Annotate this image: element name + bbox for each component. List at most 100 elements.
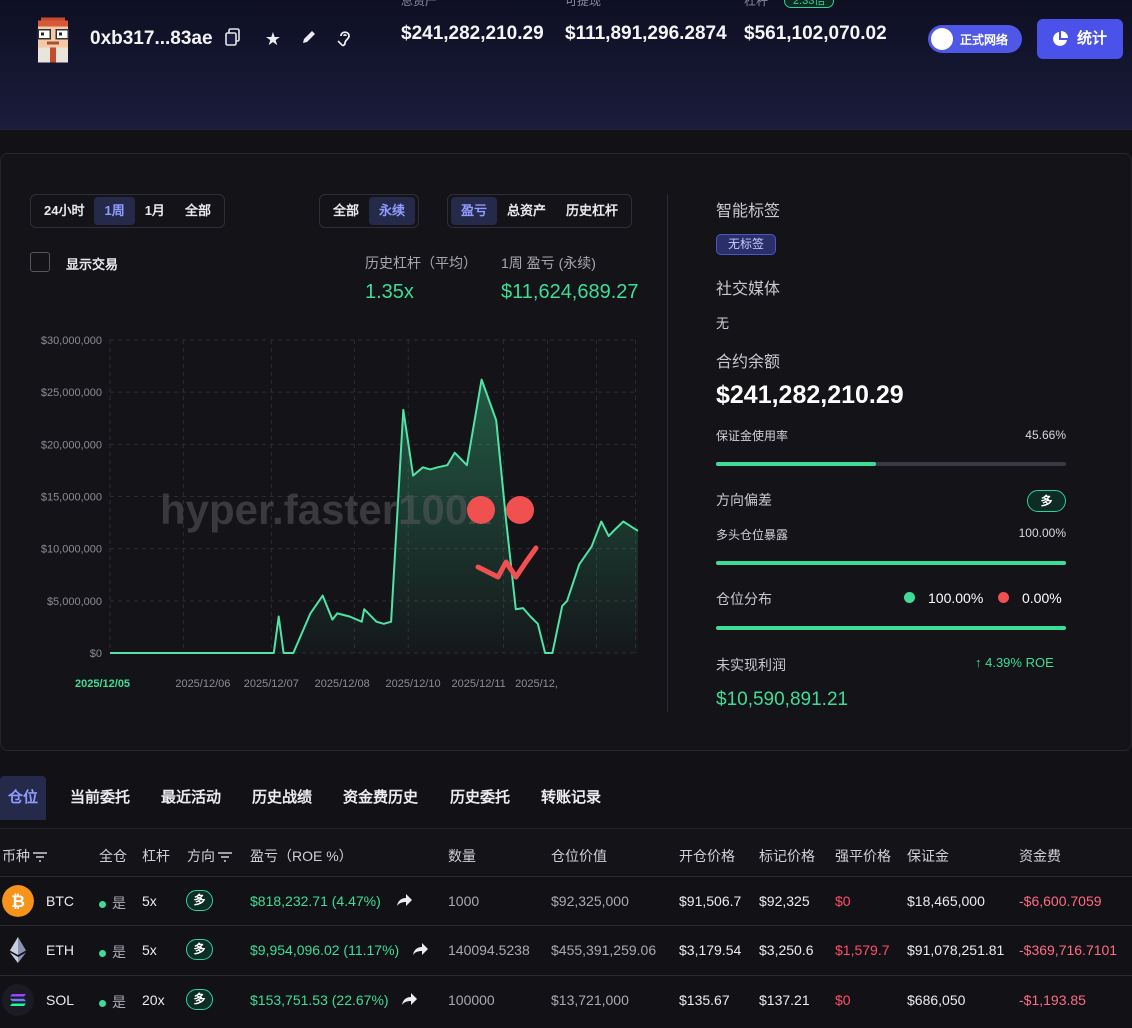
smart-tags-title: 智能标签: [716, 203, 781, 220]
y-tick-label: $5,000,000: [47, 596, 102, 608]
liq-price-cell: $0: [835, 893, 851, 909]
margin-cell: $18,465,000: [907, 893, 985, 909]
positions-table-header: 币种 全仓 杠杆 方向 盈亏（ROE %） 数量 仓位价值 开仓价格 标记价格 …: [0, 828, 1132, 874]
range-all[interactable]: 全部: [175, 197, 221, 225]
direction-bias-badge: 多: [1027, 490, 1066, 512]
margin-usage-value: 45.66%: [1025, 428, 1066, 442]
edit-icon[interactable]: [298, 28, 320, 50]
size-cell: 1000: [448, 893, 480, 909]
leverage-value: $561,102,070.02: [744, 23, 887, 44]
star-icon[interactable]: ★: [262, 28, 284, 50]
total-assets-label: 总资产: [401, 0, 438, 8]
y-tick-label: $30,000,000: [41, 335, 102, 347]
cross-dot: [99, 949, 106, 957]
pnl-cell: $818,232.71 (4.47%): [250, 893, 381, 909]
margin-cell: $686,050: [907, 992, 966, 1008]
margin-usage-label: 保证金使用率: [716, 429, 789, 443]
long-exposure-label: 多头仓位暴露: [716, 528, 789, 542]
mark-price-cell: $3,250.6: [759, 942, 814, 958]
col-pnl: 盈亏（ROE %）: [250, 848, 353, 864]
range-24h[interactable]: 24小时: [34, 197, 94, 225]
share-icon[interactable]: [395, 891, 413, 909]
contract-balance-value: $241,282,210.29: [716, 381, 904, 409]
social-value: 无: [716, 316, 730, 331]
period-pnl-value: $11,624,689.27: [501, 281, 639, 303]
tab-transfers[interactable]: 转账记录: [541, 776, 601, 820]
pnl-chart: $30,000,000 $25,000,000 $20,000,000 $15,000…: [0, 320, 660, 700]
listen-icon[interactable]: [334, 28, 356, 50]
metric-leverage-history[interactable]: 历史杠杆: [556, 197, 628, 225]
short-percent: 0.00%: [1022, 590, 1062, 606]
tab-trade-history[interactable]: 历史战绩: [252, 776, 312, 820]
tab-funding-history[interactable]: 资金费历史: [343, 776, 418, 820]
liq-price-cell: $1,579.7: [835, 942, 890, 958]
tab-recent-activity[interactable]: 最近活动: [161, 776, 221, 820]
funding-cell: -$1,193.85: [1019, 992, 1086, 1008]
share-icon[interactable]: [400, 990, 418, 1008]
metric-selector: 盈亏 总资产 历史杠杆: [447, 194, 633, 228]
ethereum-icon: [10, 937, 26, 963]
x-tick-label: 2025/12,: [515, 678, 558, 690]
doodle-eye-left: [467, 496, 495, 524]
leverage-badge: 2.33倍: [784, 0, 835, 8]
y-tick-label: $10,000,000: [41, 544, 102, 556]
profile-header: 0xb317...83ae ★ 总资产 $241,282,210.29 可提现 …: [0, 0, 1132, 130]
cross-flag: 是: [99, 893, 126, 913]
funding-cell: -$6,600.7059: [1019, 893, 1102, 909]
x-tick-label: 2025/12/08: [315, 678, 370, 690]
stats-button[interactable]: 统计: [1037, 19, 1123, 59]
metric-total-assets[interactable]: 总资产: [497, 197, 556, 225]
col-funding: 资金费: [1019, 848, 1061, 864]
entry-price-cell: $135.67: [679, 992, 730, 1008]
svg-text:₿: ₿: [11, 892, 25, 912]
cross-dot: [99, 900, 106, 908]
tab-positions[interactable]: 仓位: [0, 776, 47, 820]
table-row[interactable]: ETH 是 5x 多 $9,954,096.02 (11.17%) 140094…: [0, 925, 1132, 974]
range-1w[interactable]: 1周: [94, 197, 135, 225]
bitcoin-icon: ₿: [2, 885, 34, 917]
market-all[interactable]: 全部: [323, 197, 369, 225]
pnl-cell: $9,954,096.02 (11.17%): [250, 942, 400, 958]
mark-price-cell: $92,325: [759, 893, 810, 909]
cross-flag: 是: [99, 992, 126, 1012]
stats-button-label: 统计: [1077, 30, 1108, 47]
range-1m[interactable]: 1月: [135, 197, 175, 225]
time-range-selector: 24小时 1周 1月 全部: [30, 194, 225, 228]
margin-usage-bar: [716, 462, 1066, 466]
tab-open-orders[interactable]: 当前委托: [70, 776, 130, 820]
y-tick-label: $25,000,000: [41, 387, 102, 399]
network-toggle[interactable]: 正式网络: [928, 25, 1022, 53]
funding-cell: -$369,716.7101: [1019, 942, 1118, 958]
y-tick-label: $0: [90, 648, 102, 660]
entry-price-cell: $3,179.54: [679, 942, 742, 958]
table-row[interactable]: SOL 是 20x 多 $153,751.53 (22.67%) 100000 …: [0, 975, 1132, 1024]
cross-value: 是: [112, 994, 126, 1010]
col-margin: 保证金: [907, 848, 949, 864]
market-filter: 全部 永续: [319, 194, 420, 228]
cross-value: 是: [112, 944, 126, 960]
copy-icon[interactable]: [222, 28, 244, 50]
col-mark-price: 标记价格: [759, 848, 815, 864]
col-coin[interactable]: 币种: [2, 846, 48, 866]
long-exposure-value: 100.00%: [1018, 526, 1066, 540]
x-tick-label: 2025/12/10: [386, 678, 441, 690]
show-trades-checkbox[interactable]: [30, 252, 50, 272]
entry-price-cell: $91,506.7: [679, 893, 742, 909]
x-tick-label: 2025/12/11: [452, 678, 506, 690]
mark-price-cell: $137.21: [759, 992, 810, 1008]
withdrawable-label: 可提现: [565, 0, 602, 8]
x-tick-label: 2025/12/07: [244, 678, 299, 690]
tab-order-history[interactable]: 历史委托: [450, 776, 510, 820]
show-trades-label: 显示交易: [66, 257, 119, 272]
market-perp[interactable]: 永续: [369, 197, 416, 225]
long-exposure-fill: [716, 561, 1066, 565]
share-icon[interactable]: [411, 940, 429, 958]
metric-pnl[interactable]: 盈亏: [451, 197, 498, 225]
value-cell: $455,391,259.06: [551, 942, 657, 958]
col-leverage: 杠杆: [142, 848, 170, 864]
roe-value: ↑ 4.39% ROE: [975, 655, 1054, 670]
col-side[interactable]: 方向: [187, 846, 233, 866]
unrealized-pnl-title: 未实现利润: [716, 657, 786, 673]
table-row[interactable]: ₿ BTC 是 5x 多 $818,232.71 (4.47%) 1000 $9…: [0, 876, 1132, 925]
col-coin-label: 币种: [2, 848, 30, 864]
